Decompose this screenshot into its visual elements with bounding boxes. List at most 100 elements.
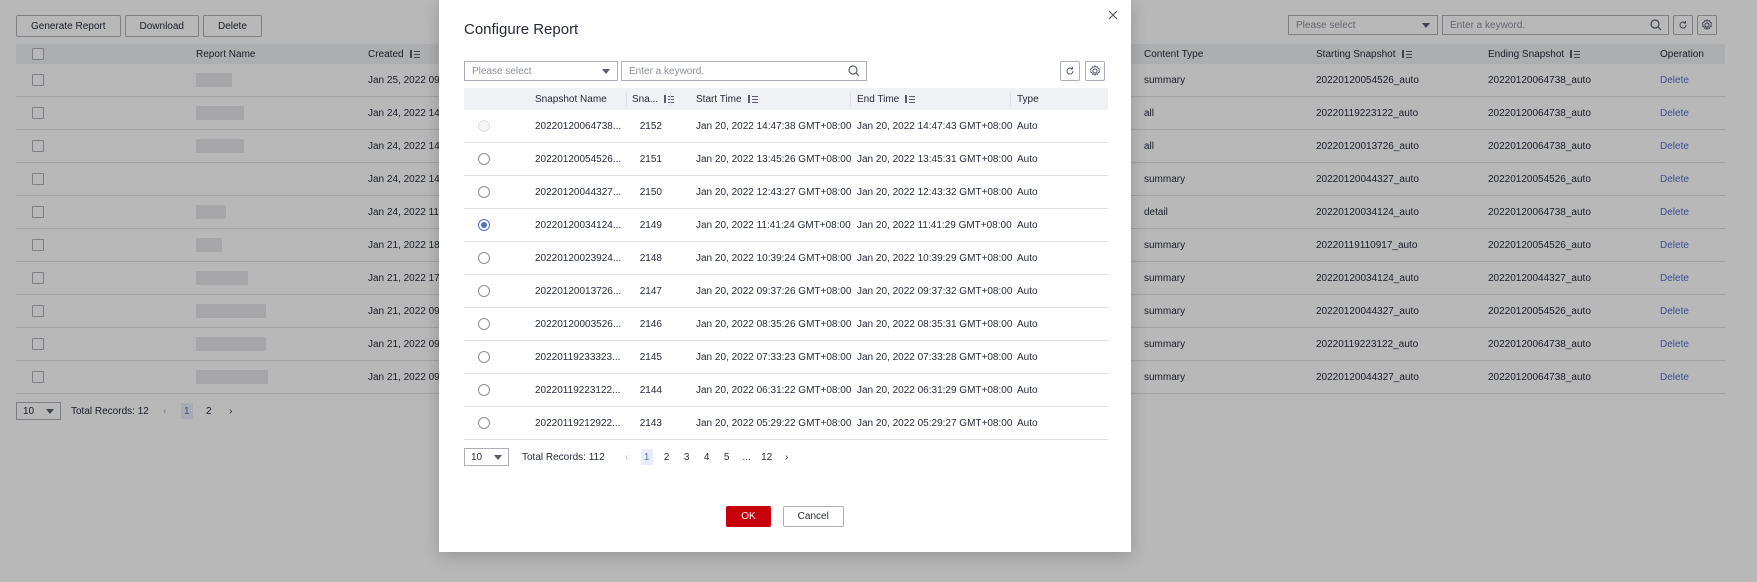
page-2[interactable]: 2 <box>661 449 673 465</box>
type-cell: Auto <box>1017 186 1038 198</box>
snapshot-radio[interactable] <box>478 153 490 165</box>
snapshot-name-cell: 20220119233323... <box>535 351 621 363</box>
end-time-cell: Jan 20, 2022 10:39:29 GMT+08:00 <box>857 252 1013 264</box>
column-divider <box>850 92 851 106</box>
end-time-cell: Jan 20, 2022 13:45:31 GMT+08:00 <box>857 153 1013 165</box>
search-icon[interactable] <box>848 65 860 77</box>
type-cell: Auto <box>1017 417 1038 429</box>
snapshot-search-input[interactable]: Enter a keyword. <box>621 61 867 81</box>
col-end-time[interactable]: End Time <box>857 88 916 110</box>
snapshot-id-cell: 2145 <box>639 351 662 363</box>
snapshot-radio[interactable] <box>478 351 490 363</box>
col-start-time-label: Start Time <box>696 93 742 105</box>
snapshot-radio[interactable] <box>478 219 490 231</box>
ok-button[interactable]: OK <box>726 506 771 527</box>
end-time-cell: Jan 20, 2022 08:35:31 GMT+08:00 <box>857 318 1013 330</box>
snapshot-id-cell: 2152 <box>639 120 662 132</box>
end-time-cell: Jan 20, 2022 06:31:29 GMT+08:00 <box>857 384 1013 396</box>
gear-icon <box>1089 65 1101 76</box>
sort-icon[interactable] <box>747 95 758 103</box>
dialog-footer: OK Cancel <box>439 506 1131 527</box>
snapshot-name-cell: 20220119212922... <box>535 417 621 429</box>
page-4[interactable]: 4 <box>701 449 713 465</box>
type-cell: Auto <box>1017 252 1038 264</box>
column-divider <box>626 92 627 106</box>
start-time-cell: Jan 20, 2022 10:39:24 GMT+08:00 <box>696 252 852 264</box>
start-time-cell: Jan 20, 2022 09:37:26 GMT+08:00 <box>696 285 852 297</box>
snapshot-radio[interactable] <box>478 318 490 330</box>
snapshot-page-size-select[interactable]: 10 <box>464 448 509 466</box>
snapshot-row[interactable]: 20220120044327... 2150 Jan 20, 2022 12:4… <box>464 176 1108 209</box>
sort-icon[interactable] <box>905 95 916 103</box>
snapshot-page-size-value: 10 <box>471 451 483 463</box>
end-time-cell: Jan 20, 2022 07:33:28 GMT+08:00 <box>857 351 1013 363</box>
snapshot-radio <box>478 120 490 132</box>
snapshot-pager: 10 Total Records: 112 ‹ 1 2 3 4 5 ... 12… <box>464 448 801 466</box>
next-page-icon[interactable]: › <box>781 449 793 465</box>
snapshot-row: 20220120064738... 2152 Jan 20, 2022 14:4… <box>464 110 1108 143</box>
snapshot-filter-select[interactable]: Please select <box>464 61 618 81</box>
refresh-icon <box>1066 67 1074 75</box>
start-time-cell: Jan 20, 2022 11:41:24 GMT+08:00 <box>696 219 851 231</box>
col-start-time[interactable]: Start Time <box>696 88 758 110</box>
type-cell: Auto <box>1017 219 1038 231</box>
type-cell: Auto <box>1017 318 1038 330</box>
snapshot-name-cell: 20220120054526... <box>535 153 622 165</box>
page-ellipsis[interactable]: ... <box>741 449 753 465</box>
dialog-title: Configure Report <box>464 21 579 38</box>
snapshot-row[interactable]: 20220120003526... 2146 Jan 20, 2022 08:3… <box>464 308 1108 341</box>
snapshot-table: Snapshot Name Sna... Start Time End Time… <box>464 88 1108 440</box>
col-end-time-label: End Time <box>857 93 900 105</box>
snapshot-id-cell: 2147 <box>639 285 662 297</box>
prev-page-icon[interactable]: ‹ <box>621 449 633 465</box>
snapshot-radio[interactable] <box>478 252 490 264</box>
snapshot-row[interactable]: 20220120054526... 2151 Jan 20, 2022 13:4… <box>464 143 1108 176</box>
column-divider <box>670 92 671 106</box>
col-snapshot-id-label: Sna... <box>632 93 659 105</box>
snapshot-radio[interactable] <box>478 285 490 297</box>
snapshot-row[interactable]: 20220119233323... 2145 Jan 20, 2022 07:3… <box>464 341 1108 374</box>
snapshot-radio[interactable] <box>478 186 490 198</box>
page-5[interactable]: 5 <box>721 449 733 465</box>
end-time-cell: Jan 20, 2022 09:37:32 GMT+08:00 <box>857 285 1013 297</box>
snapshot-row[interactable]: 20220120034124... 2149 Jan 20, 2022 11:4… <box>464 209 1108 242</box>
type-cell: Auto <box>1017 120 1038 132</box>
page-1[interactable]: 1 <box>640 449 653 465</box>
snapshot-name-cell: 20220119223122... <box>535 384 621 396</box>
column-divider <box>1010 92 1011 106</box>
snapshot-refresh-button[interactable] <box>1060 61 1080 81</box>
snapshot-row[interactable]: 20220120023924... 2148 Jan 20, 2022 10:3… <box>464 242 1108 275</box>
snapshot-row[interactable]: 20220120013726... 2147 Jan 20, 2022 09:3… <box>464 275 1108 308</box>
snapshot-radio[interactable] <box>478 417 490 429</box>
page-3[interactable]: 3 <box>681 449 693 465</box>
type-cell: Auto <box>1017 285 1038 297</box>
snapshot-row[interactable]: 20220119223122... 2144 Jan 20, 2022 06:3… <box>464 374 1108 407</box>
snapshot-settings-button[interactable] <box>1085 61 1105 81</box>
col-snapshot-name: Snapshot Name <box>535 93 607 105</box>
snapshot-row[interactable]: 20220119212922... 2143 Jan 20, 2022 05:2… <box>464 407 1108 440</box>
cancel-button[interactable]: Cancel <box>782 506 844 527</box>
start-time-cell: Jan 20, 2022 05:29:22 GMT+08:00 <box>696 417 852 429</box>
start-time-cell: Jan 20, 2022 08:35:26 GMT+08:00 <box>696 318 852 330</box>
col-snapshot-id[interactable]: Sna... <box>632 88 675 110</box>
end-time-cell: Jan 20, 2022 12:43:32 GMT+08:00 <box>857 186 1013 198</box>
snapshot-radio[interactable] <box>478 384 490 396</box>
type-cell: Auto <box>1017 153 1038 165</box>
snapshot-name-cell: 20220120023924... <box>535 252 622 264</box>
type-cell: Auto <box>1017 384 1038 396</box>
chevron-down-icon <box>494 454 502 460</box>
end-time-cell: Jan 20, 2022 05:29:27 GMT+08:00 <box>857 417 1013 429</box>
close-icon[interactable] <box>1106 8 1120 22</box>
snapshot-id-cell: 2149 <box>639 219 662 231</box>
end-time-cell: Jan 20, 2022 14:47:43 GMT+08:00 <box>857 120 1013 132</box>
snapshot-name-cell: 20220120044327... <box>535 186 622 198</box>
snapshot-id-cell: 2144 <box>639 384 662 396</box>
configure-report-dialog: Configure Report Please select Enter a k… <box>439 0 1131 552</box>
snapshot-total-records: Total Records: 112 <box>522 451 605 463</box>
type-cell: Auto <box>1017 351 1038 363</box>
snapshot-id-cell: 2150 <box>639 186 662 198</box>
page-12[interactable]: 12 <box>761 449 773 465</box>
start-time-cell: Jan 20, 2022 13:45:26 GMT+08:00 <box>696 153 852 165</box>
snapshot-table-header: Snapshot Name Sna... Start Time End Time… <box>464 88 1108 110</box>
start-time-cell: Jan 20, 2022 07:33:23 GMT+08:00 <box>696 351 852 363</box>
